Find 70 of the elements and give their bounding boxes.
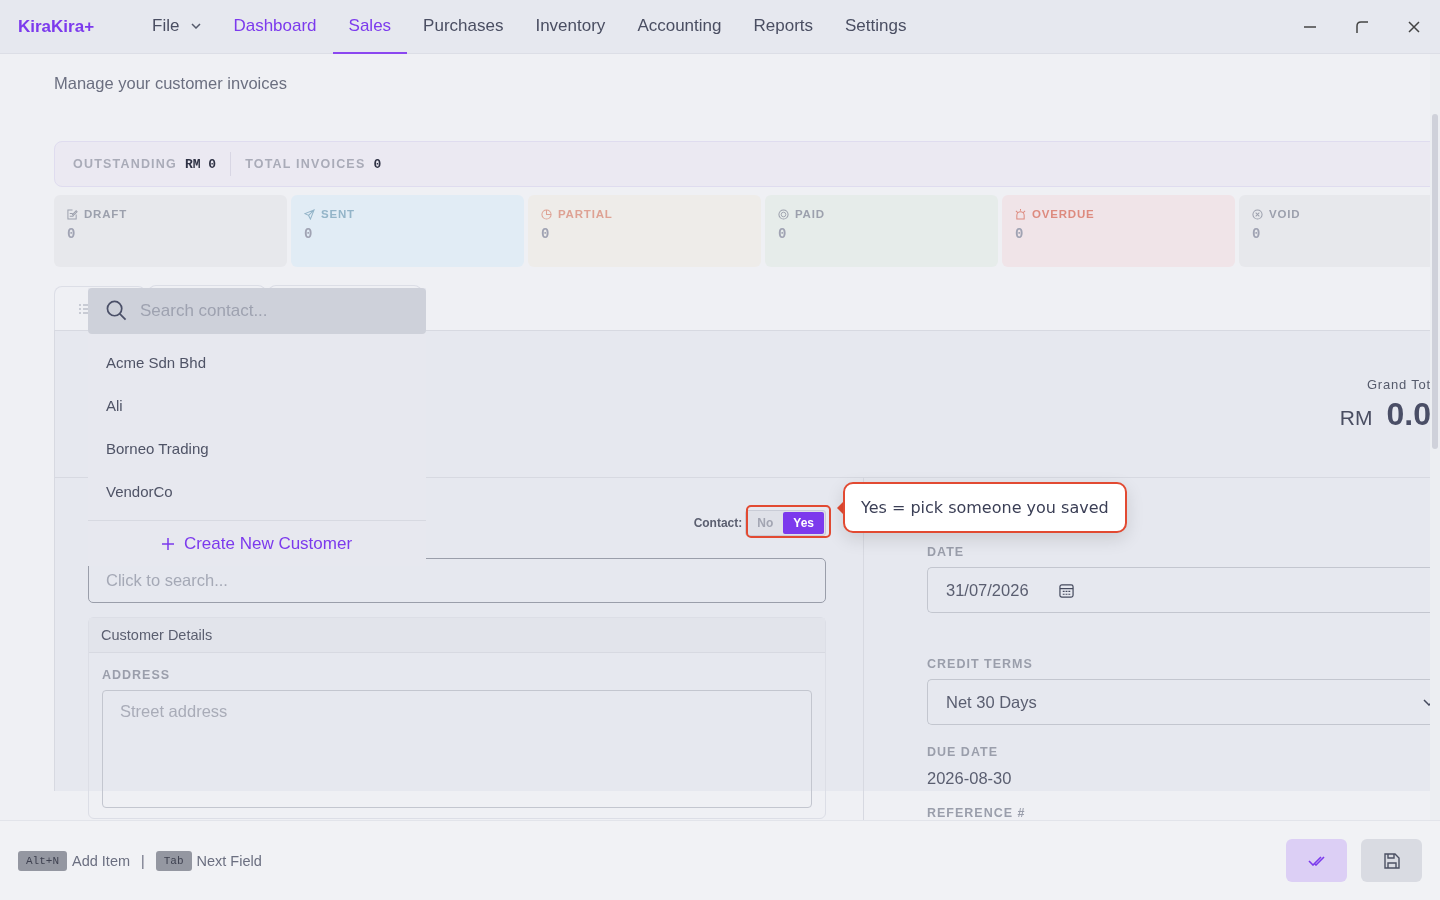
status-label: VOID bbox=[1269, 208, 1301, 220]
status-count: 0 bbox=[1252, 226, 1262, 242]
customer-search-field[interactable]: Click to search... bbox=[88, 558, 826, 603]
shortcut-hint: Add Item bbox=[72, 852, 131, 869]
summary-value: RM 0 bbox=[184, 156, 217, 172]
contact-label: Contact: bbox=[693, 516, 743, 530]
send-icon bbox=[304, 208, 315, 220]
scrollbar-thumb[interactable] bbox=[1432, 114, 1438, 449]
toggle-option[interactable]: Yes bbox=[783, 512, 824, 534]
status-label: PARTIAL bbox=[558, 208, 613, 220]
status-label: OVERDUE bbox=[1032, 208, 1095, 220]
coin-icon bbox=[778, 208, 789, 220]
status-count: 0 bbox=[541, 226, 551, 242]
calendar-icon bbox=[1058, 582, 1074, 598]
customer-details-title: Customer Details bbox=[89, 618, 825, 653]
contact-option[interactable]: Acme Sdn Bhd bbox=[88, 341, 426, 384]
edit-note-icon bbox=[67, 208, 78, 220]
due-date-value: 2026-08-30 bbox=[927, 769, 1012, 788]
date-label: DATE bbox=[927, 545, 965, 559]
create-customer-button[interactable]: Create New Customer bbox=[88, 520, 426, 566]
status-count: 0 bbox=[1015, 226, 1025, 242]
address-field[interactable]: Street address bbox=[102, 690, 812, 808]
close-icon[interactable] bbox=[1408, 20, 1420, 33]
grand-total-amount: 0.0 bbox=[1386, 396, 1430, 433]
keyboard-key: Tab bbox=[155, 850, 192, 871]
page-subtitle: Manage your customer invoices bbox=[54, 74, 288, 93]
summary-value: 0 bbox=[373, 156, 382, 172]
credit-terms-select[interactable]: Net 30 Days bbox=[927, 679, 1430, 725]
shortcut-separator: | bbox=[141, 852, 145, 869]
menu-tab[interactable]: Inventory bbox=[519, 0, 622, 54]
contact-option[interactable]: Ali bbox=[88, 384, 426, 427]
status-count: 0 bbox=[67, 226, 77, 242]
restore-icon[interactable] bbox=[1356, 20, 1368, 33]
minimize-icon[interactable] bbox=[1304, 25, 1316, 28]
contact-option[interactable]: VendorCo bbox=[88, 470, 426, 513]
menu-tab[interactable]: Purchases bbox=[407, 0, 520, 54]
alarm-icon bbox=[1015, 208, 1026, 220]
save-button[interactable] bbox=[1361, 839, 1422, 882]
cancel-icon bbox=[1252, 208, 1263, 220]
keyboard-key: Alt+N bbox=[18, 850, 67, 871]
address-label: ADDRESS bbox=[102, 668, 171, 682]
status-label: DRAFT bbox=[84, 208, 127, 220]
list-icon bbox=[79, 302, 89, 315]
menu-tab[interactable]: Accounting bbox=[621, 0, 738, 54]
currency-label: RM bbox=[1339, 406, 1373, 430]
app-logo: KiraKira+ bbox=[18, 16, 96, 37]
due-date-label: DUE DATE bbox=[927, 745, 998, 759]
finalize-button[interactable] bbox=[1286, 839, 1347, 882]
menu-tab[interactable]: Settings bbox=[829, 0, 923, 54]
status-count: 0 bbox=[778, 226, 788, 242]
date-field[interactable]: 31/07/2026 bbox=[927, 567, 1430, 613]
shortcut-hint: Next Field bbox=[196, 852, 262, 869]
credit-terms-label: CREDIT TERMS bbox=[927, 657, 1033, 671]
save-icon bbox=[1383, 852, 1400, 869]
menu-tab[interactable]: File bbox=[136, 0, 218, 54]
tooltip: Yes = pick someone you saved bbox=[843, 482, 1127, 533]
reference-label: REFERENCE # bbox=[927, 806, 1026, 820]
double-check-icon bbox=[1307, 855, 1326, 866]
menu-tab[interactable]: Sales bbox=[332, 0, 408, 54]
summary-label: TOTAL INVOICES bbox=[245, 157, 366, 171]
menu-tab[interactable]: Dashboard bbox=[217, 0, 333, 54]
plus-icon bbox=[161, 537, 174, 550]
summary-label: OUTSTANDING bbox=[73, 157, 177, 171]
status-count: 0 bbox=[304, 226, 314, 242]
menu-tab[interactable]: Reports bbox=[737, 0, 830, 54]
status-label: SENT bbox=[321, 208, 355, 220]
search-icon bbox=[106, 300, 127, 321]
status-label: PAID bbox=[795, 208, 825, 220]
contact-option[interactable]: Borneo Trading bbox=[88, 427, 426, 470]
pie-icon bbox=[541, 208, 552, 220]
